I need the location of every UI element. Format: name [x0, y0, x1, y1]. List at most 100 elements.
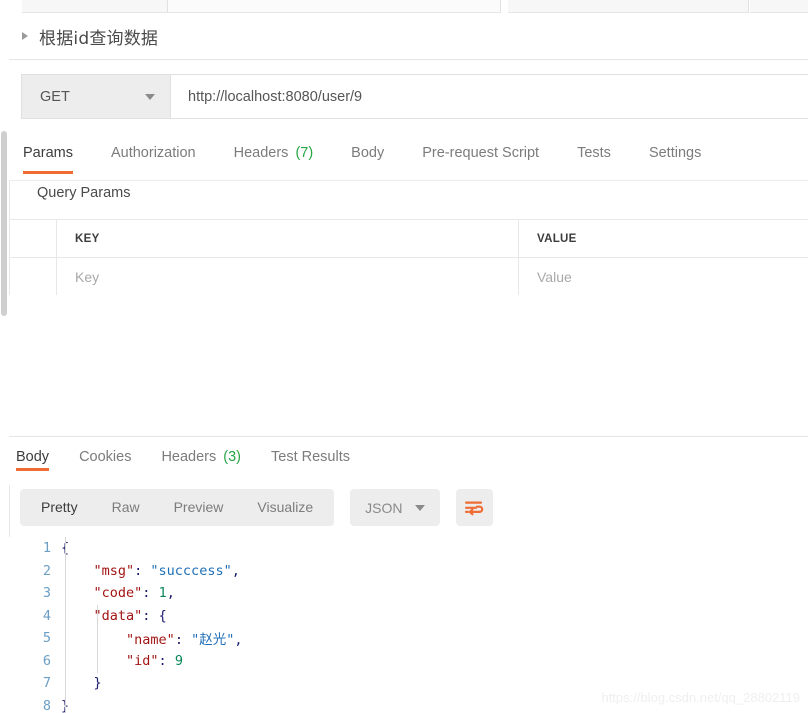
code-content: "id": 9 — [61, 653, 183, 669]
code-token: : — [142, 607, 159, 624]
line-number: 7 — [42, 675, 51, 692]
word-wrap-toggle[interactable] — [455, 489, 493, 526]
tab-label: Tests — [577, 145, 611, 161]
param-key-input[interactable]: Key — [57, 258, 519, 295]
vertical-scrollbar-thumb[interactable] — [1, 131, 7, 316]
tab-authorization[interactable]: Authorization — [111, 133, 196, 161]
code-token: : — [142, 585, 159, 602]
code-line: 6 "id": 9 — [9, 650, 808, 673]
code-token: { — [158, 607, 167, 624]
table-row: Key Value — [9, 258, 808, 296]
line-number: 8 — [42, 697, 51, 713]
tab-body[interactable]: Body — [351, 133, 384, 161]
window-tab[interactable] — [750, 0, 808, 13]
column-header-key: KEY — [57, 220, 519, 257]
tab-params[interactable]: Params — [23, 133, 73, 174]
view-button-raw[interactable]: Raw — [95, 489, 157, 526]
column-header-key-label: KEY — [75, 232, 100, 245]
line-number: 3 — [42, 585, 51, 602]
tab-label: Authorization — [110, 145, 196, 161]
row-checkbox-cell — [9, 220, 57, 257]
code-content: "data": { — [61, 608, 167, 624]
tab-count-badge: (7) — [291, 145, 314, 161]
watermark: https://blog.csdn.net/qq_28802119 — [601, 690, 800, 705]
http-method-value: GET — [40, 88, 70, 105]
line-number: 1 — [42, 540, 51, 557]
tab-label: Headers — [233, 145, 289, 161]
code-token: "msg" — [93, 562, 135, 579]
param-value-placeholder: Value — [537, 268, 572, 285]
window-tab[interactable] — [22, 0, 168, 13]
response-language-select[interactable]: JSON — [350, 489, 440, 526]
url-bar: GET http://localhost:8080/user/9 — [21, 74, 808, 119]
code-content: "name": "赵光", — [61, 628, 242, 648]
response-view-switcher: Pretty Raw Preview Visualize — [20, 489, 335, 526]
param-key-placeholder: Key — [75, 268, 100, 285]
column-header-value: VALUE — [519, 220, 808, 257]
code-token: : — [134, 562, 151, 579]
code-token: 9 — [174, 652, 183, 669]
request-title-bar: 根据id查询数据 — [9, 13, 808, 60]
code-token: , — [231, 562, 240, 579]
response-tab-test-results[interactable]: Test Results — [271, 437, 350, 465]
tab-label: Body — [351, 145, 385, 161]
tab-label: Settings — [648, 145, 702, 161]
request-tabs: Params Authorization Headers (7) Body Pre-re… — [9, 133, 808, 181]
line-number: 4 — [42, 607, 51, 624]
chevron-down-icon — [145, 93, 155, 100]
response-body-viewer[interactable]: 1{2 "msg": "succcess",3 "code": 1,4 "dat… — [9, 537, 808, 713]
param-value-input[interactable]: Value — [519, 258, 808, 295]
code-token: : — [174, 632, 192, 649]
tab-label: Test Results — [271, 449, 350, 465]
tab-headers[interactable]: Headers (7) — [234, 133, 314, 161]
tab-tests[interactable]: Tests — [577, 133, 611, 161]
response-tab-headers[interactable]: Headers (3) — [161, 437, 241, 465]
tab-count-badge: (3) — [219, 449, 242, 465]
view-button-preview[interactable]: Preview — [157, 489, 241, 526]
code-content: "msg": "succcess", — [61, 563, 240, 579]
code-token: : — [158, 652, 175, 669]
tab-pre-request-script[interactable]: Pre-request Script — [422, 133, 539, 161]
line-number: 2 — [42, 562, 51, 579]
code-token: "code" — [93, 585, 143, 602]
code-token: 1 — [158, 585, 167, 602]
code-line: 3 "code": 1, — [9, 582, 808, 605]
query-params-label: Query Params — [37, 185, 131, 201]
indent-guide — [97, 605, 98, 673]
tab-settings[interactable]: Settings — [649, 133, 701, 161]
code-line: 1{ — [9, 537, 808, 560]
word-wrap-icon — [465, 501, 484, 515]
http-method-select[interactable]: GET — [22, 75, 171, 118]
url-input[interactable]: http://localhost:8080/user/9 — [171, 75, 808, 118]
triangle-right-icon[interactable] — [22, 32, 28, 40]
code-token: "data" — [93, 607, 143, 624]
response-tab-body[interactable]: Body — [16, 437, 50, 471]
response-tabs: Body Cookies Headers (3) Test Results — [9, 437, 808, 485]
code-token: , — [234, 632, 243, 649]
code-token: "name" — [126, 632, 175, 649]
request-name: 根据id查询数据 — [39, 28, 159, 49]
view-button-visualize[interactable]: Visualize — [240, 489, 330, 526]
url-value: http://localhost:8080/user/9 — [188, 88, 363, 105]
window-tab[interactable] — [508, 0, 749, 13]
code-token: "id" — [126, 652, 159, 669]
column-header-value-label: VALUE — [537, 232, 577, 245]
response-tab-cookies[interactable]: Cookies — [79, 437, 131, 465]
tab-label: Params — [23, 145, 73, 161]
code-line: 4 "data": { — [9, 605, 808, 628]
window-tab-strip — [0, 0, 808, 14]
code-token: , — [166, 585, 175, 602]
code-token: } — [93, 675, 102, 692]
row-checkbox-cell[interactable] — [9, 258, 57, 295]
table-header-row: KEY VALUE — [9, 220, 808, 258]
view-button-pretty[interactable]: Pretty — [24, 489, 95, 526]
response-language-value: JSON — [365, 499, 403, 516]
window-tab[interactable] — [168, 0, 501, 13]
code-content: "code": 1, — [61, 585, 175, 601]
code-line: 5 "name": "赵光", — [9, 627, 808, 650]
tab-label: Pre-request Script — [422, 145, 540, 161]
tab-label: Body — [16, 449, 50, 465]
indent-guide — [65, 537, 66, 713]
url-bar-zone: GET http://localhost:8080/user/9 — [9, 60, 808, 133]
line-number: 5 — [42, 630, 51, 647]
